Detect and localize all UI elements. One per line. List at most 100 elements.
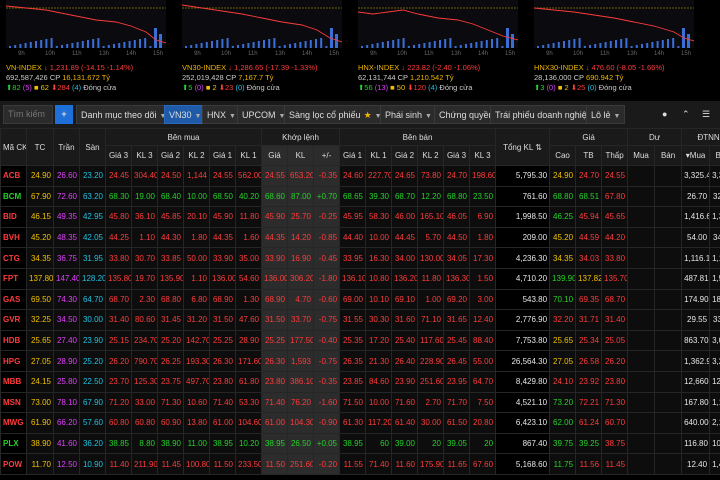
sell-vol-1: 10.00 — [365, 391, 393, 414]
index-panel[interactable]: HNX-INDEX ↓ 223.82 (-2.40 -1.06%) 62,131… — [352, 0, 524, 98]
col-buy-vol-2[interactable]: KL 2 — [183, 145, 210, 166]
col-buy-vol-1[interactable]: KL 1 — [235, 145, 262, 166]
index-panel[interactable]: VN30-INDEX ↓ 1,286.65 (-17.39 -1.33%) 25… — [176, 0, 348, 98]
table-row[interactable]: ACB 24.90 26.60 23.20 24.45 304.40 24.50 1,144 2… — [0, 165, 720, 187]
symbol[interactable]: MSN — [0, 391, 27, 414]
col-match-price[interactable]: Giá — [261, 145, 288, 166]
table-row[interactable]: HDB 25.65 27.40 23.90 25.15 234.70 25.20 142.70… — [0, 329, 720, 352]
buy-price-1: 33.90 — [209, 247, 236, 269]
watchlist-dropdown[interactable]: Danh mục theo dõi▼ — [76, 105, 172, 124]
col-foreign-sell[interactable]: Bán — [709, 145, 720, 166]
symbol[interactable]: BCM — [0, 185, 27, 208]
index-panel[interactable]: VN-INDEX ↓ 1,231.89 (-14.15 -1.14%) 692,… — [0, 0, 172, 98]
tab-corporate-bonds[interactable]: Trái phiếu doanh nghiệp — [490, 105, 597, 124]
symbol[interactable]: FPT — [0, 267, 27, 290]
col-foreign-buy[interactable]: ▾Mua — [681, 145, 711, 166]
col-buy-price-3[interactable]: Giá 3 — [105, 145, 132, 166]
sell-price-1: 26.35 — [339, 350, 367, 372]
buy-price-2: 135.90 — [157, 267, 184, 290]
sell-vol-3: 17.30 — [469, 247, 497, 269]
col-ceil[interactable]: Trần — [53, 128, 80, 166]
time-label: 11h — [72, 51, 82, 57]
foreign-sell: 100.20 — [709, 432, 720, 455]
ref-price: 32.25 — [26, 309, 54, 331]
col-sell-vol-3[interactable]: KL 3 — [469, 145, 497, 166]
col-sell-price-2[interactable]: Giá 2 — [391, 145, 419, 166]
add-button[interactable]: + — [55, 105, 73, 124]
col-sell-vol-2[interactable]: KL 2 — [417, 145, 445, 166]
index-change: 1,231.89 (-14.15 -1.14%) — [49, 63, 134, 72]
table-row[interactable]: HPG 27.05 28.90 25.20 26.20 790.70 26.25 193.30… — [0, 350, 720, 372]
table-row[interactable]: BCM 67.90 72.60 63.20 68.30 19.00 68.40 10.00 68… — [0, 185, 720, 208]
table-row[interactable]: BID 46.15 49.35 42.95 45.80 36.10 45.85 20.10 45… — [0, 206, 720, 228]
col-remain-buy[interactable]: Mua — [627, 145, 656, 166]
symbol[interactable]: GVR — [0, 309, 27, 331]
time-label: 13h — [275, 51, 286, 57]
col-low[interactable]: Thấp — [601, 145, 629, 166]
chevron-up-icon[interactable]: ⌃ — [682, 105, 690, 124]
col-high[interactable]: Cao — [549, 145, 577, 166]
col-remain-sell[interactable]: Bán — [654, 145, 683, 166]
symbol[interactable]: GAS — [0, 288, 27, 311]
sell-price-3: 25.45 — [443, 329, 471, 352]
avg-price: 11.56 — [575, 453, 603, 475]
table-row[interactable]: GVR 32.25 34.50 30.00 31.40 80.60 31.45 31.20 31… — [0, 309, 720, 331]
sell-vol-1: 10.10 — [365, 288, 393, 311]
symbol[interactable]: MWG — [0, 412, 27, 434]
col-floor[interactable]: Sàn — [79, 128, 106, 166]
avg-price: 39.25 — [575, 432, 603, 455]
col-symbol[interactable]: Mã CK — [0, 128, 27, 166]
col-total-volume[interactable]: Tổng KL ⇅ — [495, 128, 551, 166]
col-match-vol[interactable]: KL — [287, 145, 314, 166]
sell-price-2: 71.60 — [391, 391, 419, 414]
symbol[interactable]: BVH — [0, 226, 27, 249]
foreign-sell: 12,644. — [709, 370, 720, 393]
table-row[interactable]: POW 11.70 12.50 10.90 11.40 211.90 11.45 100.80… — [0, 453, 720, 475]
table-row[interactable]: CTG 34.35 36.75 31.95 33.80 30.70 33.85 50.00 33… — [0, 247, 720, 269]
table-row[interactable]: FPT 137.80 147.40 128.20 135.80 19.70 135.90 1.… — [0, 267, 720, 290]
col-sell-price-1[interactable]: Giá 1 — [339, 145, 367, 166]
search-input[interactable] — [3, 105, 53, 124]
camera-icon[interactable]: ● — [662, 105, 667, 124]
symbol[interactable]: MBB — [0, 370, 27, 393]
table-row[interactable]: GAS 69.50 74.30 64.70 68.70 2.30 68.80 6.80 68.9… — [0, 288, 720, 311]
tab-upcom[interactable]: UPCOM ▼ — [237, 105, 291, 124]
table-row[interactable]: MSN 73.00 78.10 67.90 71.20 33.00 71.30 10.60 71… — [0, 391, 720, 414]
symbol[interactable]: BID — [0, 206, 27, 228]
table-row[interactable]: MBB 24.15 25.80 22.50 23.70 125.30 23.75 497.70… — [0, 370, 720, 393]
foreign-buy: 863.70 — [681, 329, 711, 352]
avg-price: 31.71 — [575, 309, 603, 331]
symbol[interactable]: HPG — [0, 350, 27, 372]
table-row[interactable]: BVH 45.20 48.35 42.05 44.25 1.10 44.30 1.80 44.3… — [0, 226, 720, 249]
table-row[interactable]: PLX 38.90 41.60 36.20 38.85 8.80 38.90 11.00 38.… — [0, 432, 720, 455]
floor-price: 31.95 — [79, 247, 106, 269]
col-ref[interactable]: TC — [26, 128, 54, 166]
col-buy-price-2[interactable]: Giá 2 — [157, 145, 184, 166]
ceiling-price: 41.60 — [53, 432, 80, 455]
table-row[interactable]: MWG 61.90 66.20 57.60 60.80 60.80 60.90 13.80 61… — [0, 412, 720, 434]
col-sell-vol-1[interactable]: KL 1 — [365, 145, 393, 166]
tab-derivatives[interactable]: Phái sinh ▼ — [380, 105, 437, 124]
ceiling-price: 74.30 — [53, 288, 80, 311]
col-match-change[interactable]: +/- — [312, 145, 341, 166]
index-panel[interactable]: HNX30-INDEX ↓ 476.60 (-8.05 -1.66%) 28,1… — [528, 0, 700, 98]
col-avg[interactable]: TB — [575, 145, 603, 166]
symbol[interactable]: POW — [0, 453, 27, 475]
sell-vol-1: 16.30 — [365, 247, 393, 269]
col-buy-vol-3[interactable]: KL 3 — [131, 145, 158, 166]
buy-price-2: 11.45 — [157, 453, 184, 475]
symbol[interactable]: CTG — [0, 247, 27, 269]
col-sell-price-3[interactable]: Giá 3 — [443, 145, 471, 166]
menu-icon[interactable]: ☰ — [702, 105, 710, 124]
tab-odd-lot[interactable]: Lô lẻ ▼ — [586, 105, 626, 124]
tab-stock-filter[interactable]: Sàng lọc cổ phiếu ★ ▼ — [284, 105, 387, 124]
col-buy-price-1[interactable]: Giá 1 — [209, 145, 236, 166]
tab-hnx[interactable]: HNX ▼ — [202, 105, 241, 124]
symbol[interactable]: PLX — [0, 432, 27, 455]
tab-vn30[interactable]: VN30 ▼ — [164, 105, 207, 124]
symbol[interactable]: HDB — [0, 329, 27, 352]
tab-covered-warrants[interactable]: Chứng quyền — [434, 105, 499, 124]
symbol[interactable]: ACB — [0, 165, 27, 187]
low-price: 26.20 — [601, 350, 629, 372]
match-change: -0.75 — [312, 350, 341, 372]
